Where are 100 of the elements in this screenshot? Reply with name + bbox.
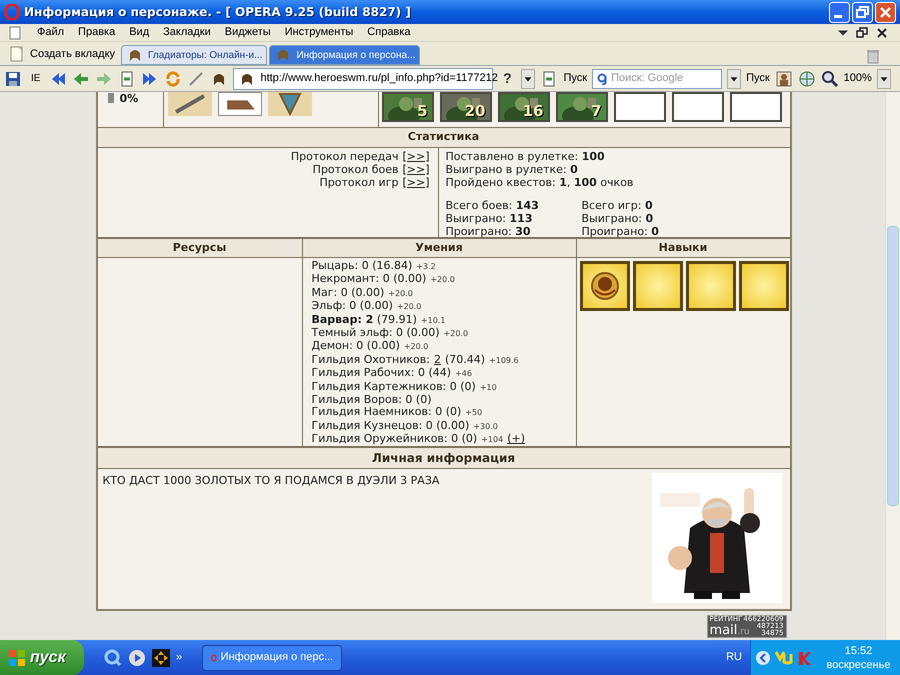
menu-item[interactable]: Инструменты — [278, 24, 360, 41]
guild-level: Гильдия Кузнецов: 0 (0.00) — [312, 420, 470, 432]
empty-slot[interactable] — [672, 92, 724, 122]
media-player-icon[interactable] — [128, 648, 146, 666]
creature-slot[interactable]: 5 — [382, 92, 434, 122]
google-icon — [597, 72, 608, 84]
guild-bonus: +104 — [481, 434, 504, 446]
arrows-icon[interactable] — [152, 648, 170, 666]
protocol-link[interactable]: [>>] — [402, 176, 430, 188]
section-header: Статистика — [98, 128, 790, 148]
stat-line: Поставлено в рулетке: 100 — [446, 150, 605, 162]
protocol-link[interactable]: [>>] — [402, 150, 430, 162]
pen-icon[interactable] — [187, 70, 206, 88]
skill-bonus: +20.0 — [396, 301, 422, 314]
stat-line: Проиграно: 30 — [446, 224, 531, 238]
boot-icon[interactable] — [218, 92, 262, 116]
skill-level: Эльф: 0 (0.00) — [312, 300, 393, 313]
opera-icon — [4, 4, 20, 20]
language-indicator[interactable]: RU — [718, 649, 750, 666]
search-input[interactable]: Поиск: Google — [611, 70, 702, 87]
person-icon[interactable] — [774, 70, 793, 88]
empty-slot[interactable] — [614, 92, 666, 122]
go-button[interactable]: Пуск — [563, 70, 588, 87]
search-field[interactable]: Поиск: Google — [592, 68, 722, 88]
guild-bonus: +109.6 — [489, 354, 519, 367]
column-header: Умения — [302, 238, 576, 258]
protocol-link[interactable]: [>>] — [402, 162, 430, 176]
shield-icon[interactable] — [268, 92, 312, 116]
skill-level: Маг: 0 (0.00) — [312, 286, 384, 300]
skill-bonus: +20.0 — [388, 288, 413, 300]
column-header: Навыки — [576, 238, 790, 258]
stat-line: Выиграно: 113 — [446, 212, 532, 224]
guild-bonus: +46 — [455, 368, 472, 380]
guild-level: Гильдия Наемников: 0 (0) — [312, 406, 462, 419]
skill-slot[interactable] — [632, 261, 682, 311]
stat-line: Пройдено квестов: 1, 100 очков — [446, 176, 634, 188]
guild-level: Гильдия Охотников: — [312, 354, 430, 366]
minimize-icon[interactable] — [829, 2, 850, 22]
globe-icon[interactable] — [798, 70, 816, 88]
chevron-icon[interactable] — [755, 650, 771, 666]
skill-level: Варвар: 2 (79.91) — [312, 314, 417, 326]
save-icon[interactable] — [4, 70, 22, 88]
help-button[interactable]: ? — [498, 68, 516, 89]
stat-line: Выиграно: 0 — [582, 212, 654, 224]
skill-level: Некромант: 0 (0.00) — [312, 273, 426, 286]
skill-level: Темный эльф: 0 (0.00) — [312, 327, 440, 340]
stat-line: Всего игр: 0 — [582, 198, 653, 212]
more-button[interactable]: » — [176, 648, 182, 665]
restore-icon[interactable] — [856, 26, 868, 38]
column-header: Ресурсы — [98, 238, 302, 258]
stat-line: Выиграно в рулетке: 0 — [446, 162, 578, 176]
menu-item[interactable]: Правка — [71, 24, 122, 41]
guild-bonus: +10 — [480, 382, 497, 394]
taskbar-task[interactable]: Информация о перс... — [202, 644, 342, 670]
skill-slot[interactable] — [686, 261, 736, 311]
scrollbar[interactable] — [885, 92, 900, 640]
creature-count: 5 — [417, 104, 428, 120]
zoom-icon[interactable] — [820, 70, 839, 88]
creature-count: 16 — [522, 104, 544, 120]
skill-slot[interactable] — [580, 261, 630, 311]
dropdown-caret-icon[interactable] — [521, 68, 536, 88]
protocol-label: Протокол боев — [312, 162, 398, 176]
new-tab-button[interactable]: Создать вкладку — [4, 43, 120, 65]
guild-level: Гильдия Оружейников: 0 (0) — [312, 433, 478, 446]
close-icon[interactable] — [876, 26, 888, 38]
window-title: Информация о персонаже. - [ OPERA 9.25 (build 8827) ] — [24, 4, 412, 21]
stat-line: Всего боев: 143 — [446, 198, 539, 212]
menu-item[interactable]: Закладки — [156, 24, 218, 41]
add-link[interactable]: (+) — [507, 433, 525, 446]
skill-bonus: +20.0 — [430, 274, 455, 286]
zoom-caret-icon[interactable] — [876, 68, 891, 88]
skill-bonus: +10.1 — [420, 314, 446, 327]
skill-slot[interactable] — [738, 261, 788, 311]
guild-level: Гильдия Картежников: 0 (0) — [312, 380, 476, 394]
stat-line: Проиграно: 0 — [582, 224, 659, 238]
creature-slot[interactable]: 20 — [440, 92, 492, 122]
section-header: Личная информация — [98, 448, 790, 469]
menu-item[interactable]: Виджеты — [218, 24, 278, 41]
search-icon[interactable] — [104, 648, 122, 666]
guild-level-link[interactable]: 2 — [434, 354, 441, 366]
guild-bonus: +30.0 — [473, 420, 498, 433]
empty-slot[interactable] — [730, 92, 782, 122]
creature-slot[interactable]: 16 — [498, 92, 550, 122]
counter-brand: mail — [710, 624, 738, 636]
browser-tab[interactable]: Информация о персона... — [269, 45, 420, 65]
zoom-level[interactable]: 100% — [844, 70, 872, 87]
search-caret-icon[interactable] — [727, 68, 742, 88]
menu-item[interactable]: Вид — [122, 24, 156, 41]
emblem-icon — [590, 271, 620, 301]
creature-count: 20 — [464, 104, 486, 120]
guild-level: Гильдия Воров: 0 (0) — [312, 394, 432, 406]
page-icon — [8, 26, 22, 40]
browser-tab[interactable]: Гладиаторы: Онлайн-и... — [121, 45, 268, 65]
ie-label[interactable]: IE — [27, 71, 44, 86]
menu-item[interactable]: Справка — [360, 24, 418, 41]
sword-icon[interactable] — [168, 92, 212, 116]
search-button[interactable]: Пуск — [746, 70, 770, 87]
protocol-label: Протокол передач — [290, 150, 398, 162]
menu-item[interactable]: Файл — [30, 24, 72, 41]
windows-logo-icon — [8, 648, 26, 666]
